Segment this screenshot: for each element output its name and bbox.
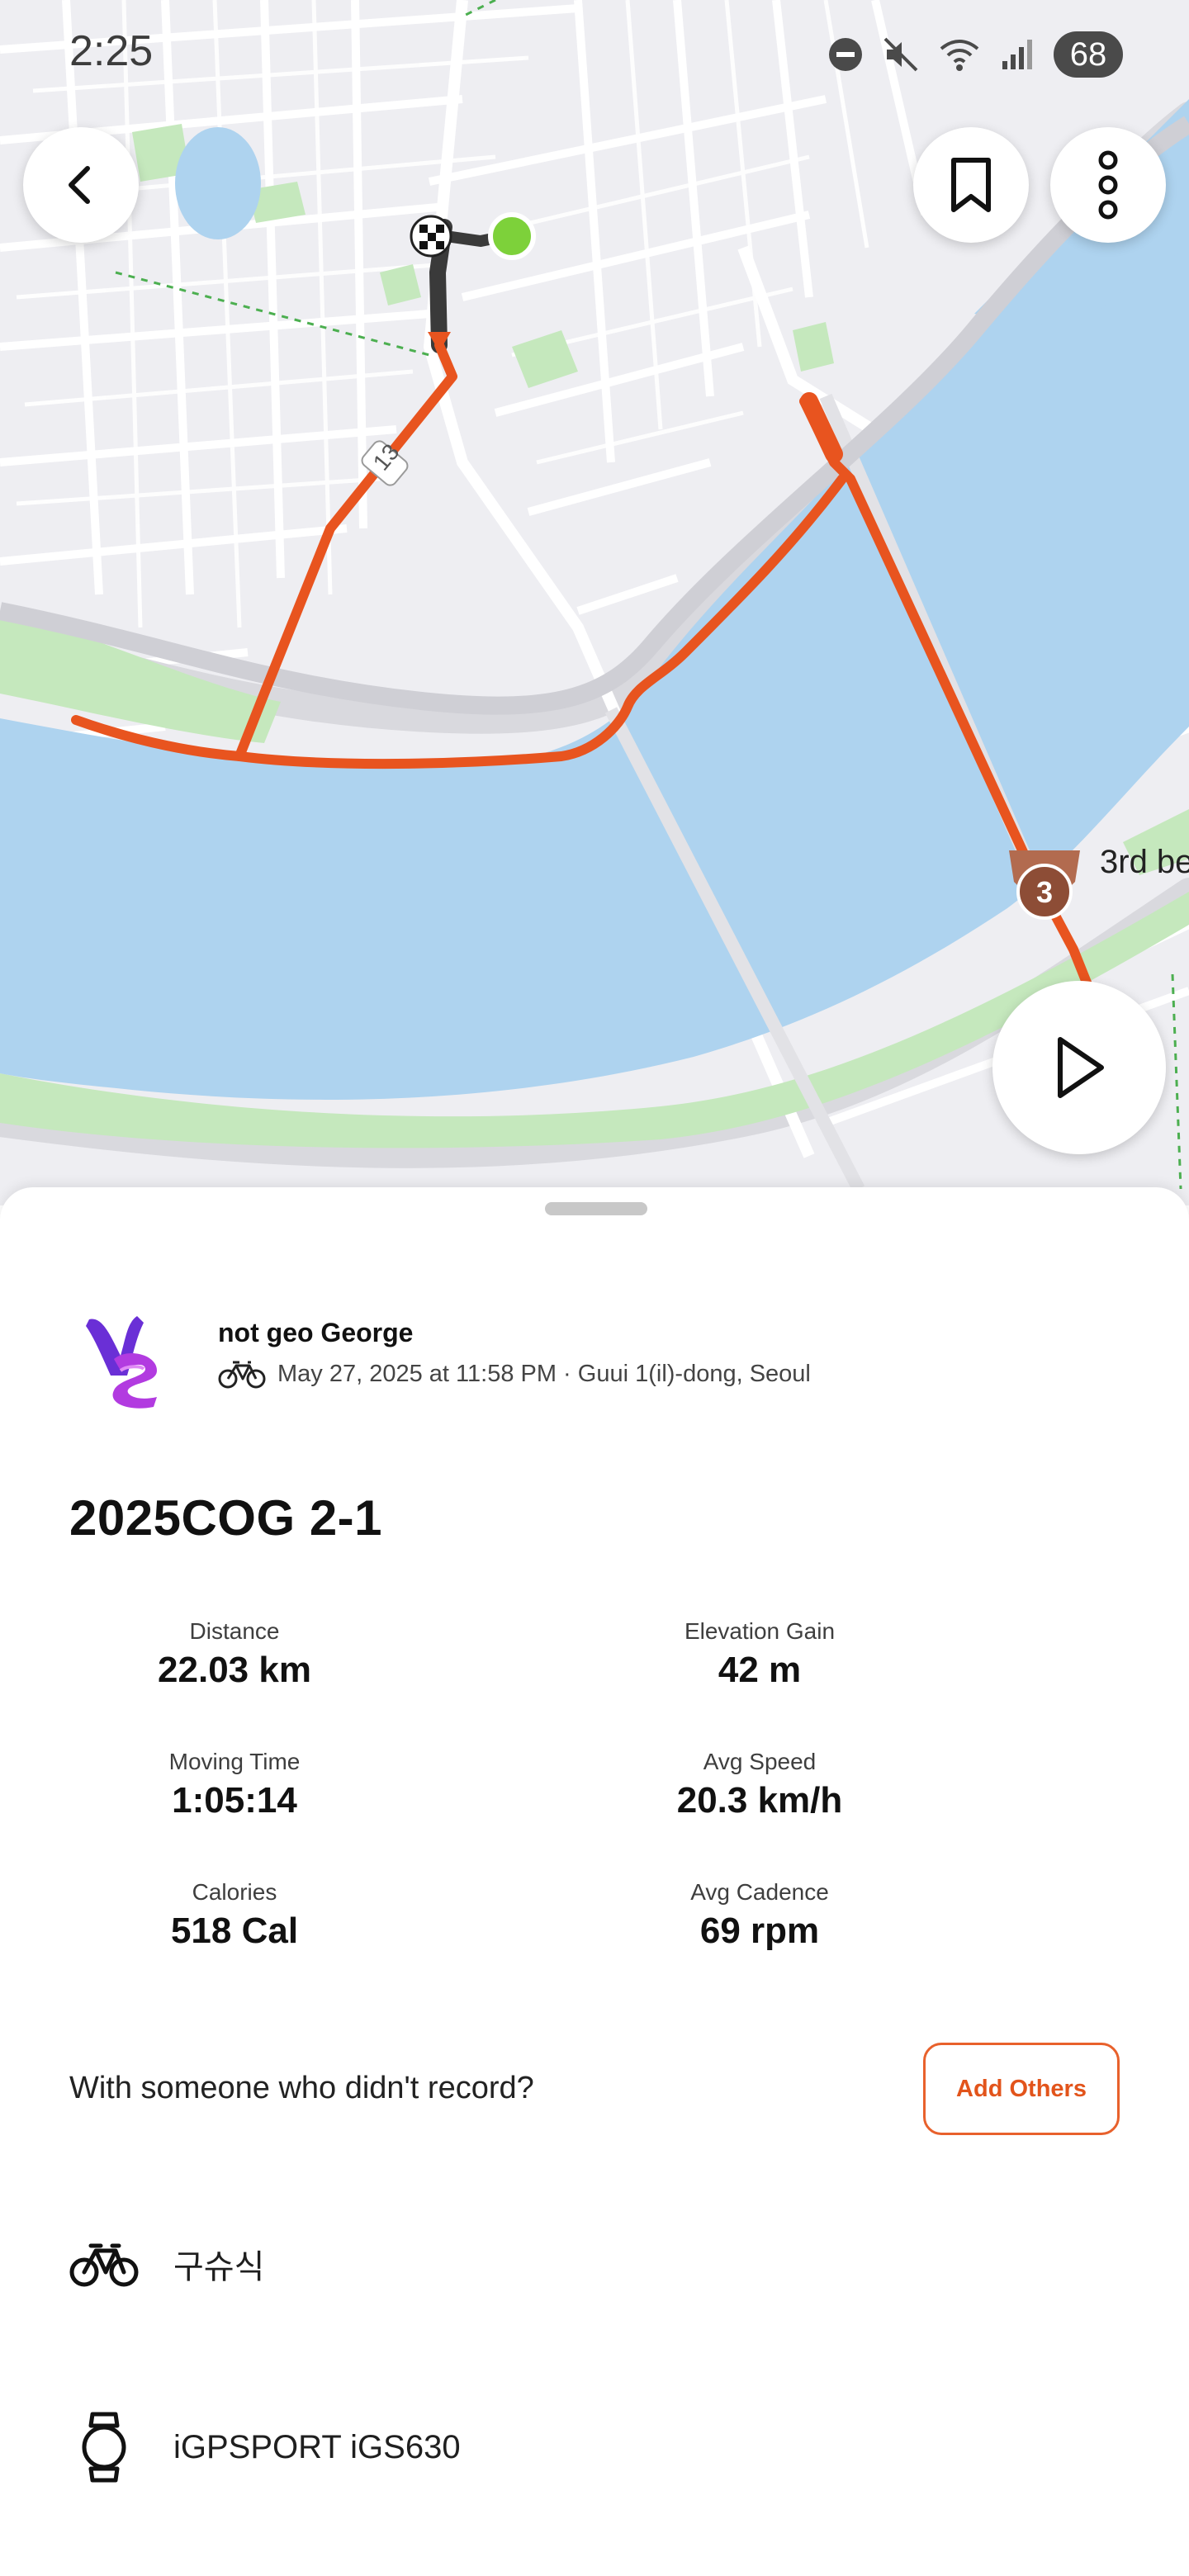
bookmark-button[interactable]	[913, 127, 1029, 243]
do-not-disturb-icon	[829, 38, 862, 71]
stat-label: Calories	[192, 1879, 277, 1905]
gear-device-name: iGPSPORT iGS630	[173, 2428, 461, 2465]
gear-bike-row[interactable]: 구슈식	[69, 2214, 1120, 2313]
add-others-prompt: With someone who didn't record?	[69, 2071, 534, 2105]
stat-label: Avg Cadence	[690, 1879, 829, 1905]
gear-device-row[interactable]: iGPSPORT iGS630	[69, 2398, 1120, 2497]
activity-date-location: May 27, 2025 at 11:58 PM · Guui 1(il)-do…	[277, 1360, 811, 1387]
stat-value: 69 rpm	[699, 1911, 820, 1951]
athlete-header[interactable]: not geo George May 27, 2025 at 11:58 PM …	[69, 1305, 1143, 1420]
stat-calories: Calories 518 Cal	[69, 1879, 400, 1952]
status-icons: 68	[827, 31, 1123, 78]
bike-icon	[218, 1361, 266, 1389]
stat-value: 20.3 km/h	[676, 1780, 843, 1821]
stat-value: 22.03 km	[158, 1650, 311, 1690]
stat-value: 1:05:14	[172, 1780, 297, 1821]
start-marker	[488, 212, 536, 260]
play-flyover-button[interactable]	[992, 981, 1166, 1154]
add-others-button[interactable]: Add Others	[923, 2043, 1120, 2135]
activity-meta: May 27, 2025 at 11:58 PM · Guui 1(il)-do…	[218, 1359, 811, 1389]
segment-name-label[interactable]: 3rd be	[1100, 844, 1189, 881]
back-button[interactable]	[23, 127, 139, 243]
play-icon	[1058, 1037, 1104, 1098]
status-bar: 2:25 68	[0, 0, 1189, 107]
watch-icon	[82, 2412, 126, 2483]
bookmark-icon	[951, 158, 991, 212]
add-others-row: With someone who didn't record? Add Othe…	[69, 2043, 1120, 2135]
wifi-icon	[940, 40, 979, 71]
stat-label: Elevation Gain	[684, 1618, 836, 1644]
signal-icon	[1002, 40, 1032, 69]
stat-elevation-gain: Elevation Gain 42 m	[594, 1618, 925, 1691]
sheet-grabber[interactable]	[545, 1202, 647, 1215]
stat-distance: Distance 22.03 km	[69, 1618, 400, 1691]
status-time: 2:25	[69, 27, 154, 75]
stat-label: Moving Time	[168, 1749, 301, 1774]
stat-moving-time: Moving Time 1:05:14	[69, 1749, 400, 1821]
more-vertical-icon	[1098, 150, 1118, 220]
stat-value: 518 Cal	[170, 1911, 299, 1951]
stat-avg-speed: Avg Speed 20.3 km/h	[594, 1749, 925, 1821]
mute-icon	[883, 37, 918, 72]
more-options-button[interactable]	[1050, 127, 1166, 243]
athlete-name[interactable]: not geo George	[218, 1318, 413, 1348]
stat-label: Distance	[189, 1618, 280, 1644]
stat-label: Avg Speed	[703, 1749, 817, 1774]
route-map[interactable]: 13 3 3rd be 2:25 68	[0, 0, 1189, 1205]
avatar[interactable]	[78, 1311, 177, 1413]
battery-indicator: 68	[1054, 31, 1123, 78]
back-icon	[69, 166, 90, 204]
gear-bike-name: 구슈식	[173, 2249, 265, 2285]
stat-avg-cadence: Avg Cadence 69 rpm	[594, 1879, 925, 1952]
activity-detail-sheet: not geo George May 27, 2025 at 11:58 PM …	[0, 1187, 1189, 2576]
activity-title: 2025COG 2-1	[69, 1490, 383, 1546]
bike-icon	[69, 2243, 139, 2287]
finish-flag-marker	[410, 215, 452, 258]
stat-value: 42 m	[718, 1650, 802, 1690]
segment-medal-rank: 3	[1035, 875, 1054, 909]
